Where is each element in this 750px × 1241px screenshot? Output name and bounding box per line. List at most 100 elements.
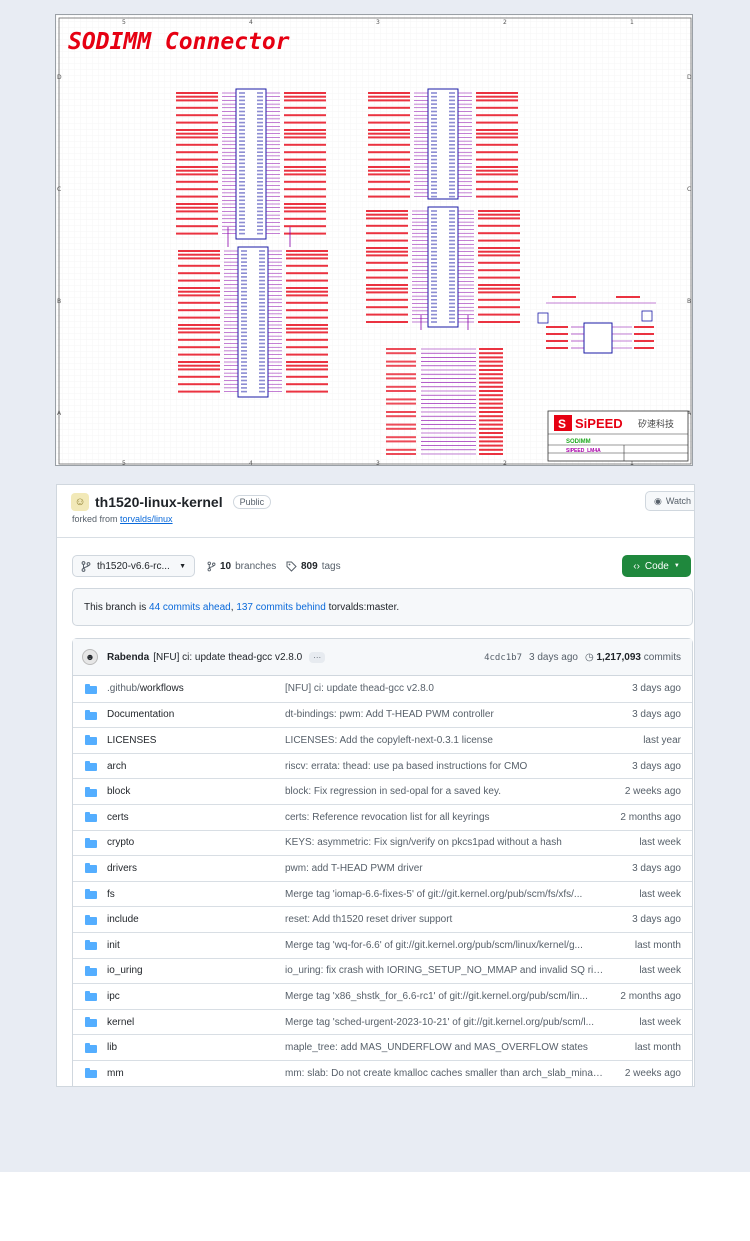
file-name-link[interactable]: io_uring (107, 965, 285, 976)
file-name: include (107, 914, 139, 926)
tags-link[interactable]: 809 tags (286, 555, 341, 577)
file-name-link[interactable]: ipc (107, 991, 285, 1002)
file-row[interactable]: certs certs: Reference revocation list fo… (73, 803, 692, 830)
commit-author[interactable]: Rabenda (107, 652, 149, 663)
file-commit-age: last week (639, 1016, 681, 1028)
folder-icon (85, 709, 97, 720)
file-name-link[interactable]: certs (107, 812, 285, 823)
brand-logo-text: SiPEED (575, 416, 623, 431)
caret-down-icon: ▼ (673, 563, 680, 569)
svg-text:C: C (687, 186, 691, 193)
file-commit-message[interactable]: [NFU] ci: update thead-gcc v2.8.0 (285, 683, 605, 694)
file-commit-message[interactable]: reset: Add th1520 reset driver support (285, 914, 605, 925)
commits-behind-link[interactable]: 137 commits behind (236, 602, 326, 613)
folder-icon (85, 940, 97, 951)
file-name-link[interactable]: init (107, 940, 285, 951)
file-name-link[interactable]: kernel (107, 1017, 285, 1028)
file-commit-age: 3 days ago (632, 709, 681, 721)
git-branch-icon (81, 560, 91, 572)
file-row[interactable]: LICENSES LICENSES: Add the copyleft-next-… (73, 727, 692, 753)
file-name-link[interactable]: crypto (107, 837, 285, 848)
ahead-sep: , (230, 601, 234, 613)
commit-message[interactable]: [NFU] ci: update thead-gcc v2.8.0 (153, 652, 302, 663)
folder-icon (85, 761, 97, 772)
file-row[interactable]: init Merge tag 'wq-for-6.6' of git://git.… (73, 931, 692, 958)
file-name-link[interactable]: fs (107, 889, 285, 900)
file-commit-age: last month (634, 939, 681, 951)
file-commit-message[interactable]: dt-bindings: pwm: Add T-HEAD PWM control… (285, 709, 605, 720)
file-row[interactable]: Documentation dt-bindings: pwm: Add T-HEA… (73, 701, 692, 728)
branch-select-button[interactable]: th1520-v6.6-rc... ▼ (72, 555, 195, 577)
commit-history-link[interactable]: ◷ 1,217,093 commits (585, 652, 681, 663)
file-row[interactable]: include reset: Add th1520 reset driver su… (73, 906, 692, 932)
file-row[interactable]: kernel Merge tag 'sched-urgent-2023-10-21… (73, 1008, 692, 1035)
file-commit-message[interactable]: maple_tree: add MAS_UNDERFLOW and MAS_OV… (285, 1042, 605, 1053)
watch-button[interactable]: ◉ Watch (644, 491, 694, 511)
file-commit-message[interactable]: Merge tag 'x86_shstk_for_6.6-rc1' of git… (285, 991, 605, 1002)
file-commit-message[interactable]: pwm: add T-HEAD PWM driver (285, 863, 605, 874)
file-name-link[interactable]: .github/workflows (107, 683, 285, 694)
branches-link[interactable]: 10 branches (207, 555, 276, 577)
file-name-link[interactable]: LICENSES (107, 735, 285, 746)
folder-icon (85, 991, 97, 1002)
file-row[interactable]: crypto KEYS: asymmetric: Fix sign/verify … (73, 829, 692, 856)
file-commit-message[interactable]: LICENSES: Add the copyleft-next-0.3.1 li… (285, 735, 605, 746)
file-row[interactable]: io_uring io_uring: fix crash with IORING_… (73, 957, 692, 984)
file-commit-age: last month (634, 1042, 681, 1054)
file-row[interactable]: arch riscv: errata: thead: use pa based i… (73, 752, 692, 779)
file-commit-age: 3 days ago (632, 760, 681, 772)
forked-from: forked from torvalds/linux (72, 514, 173, 524)
forked-prefix: forked from (72, 514, 118, 524)
tags-label: tags (321, 560, 341, 572)
folder-icon (85, 863, 97, 874)
caret-down-icon: ▼ (179, 562, 186, 570)
forked-link[interactable]: torvalds/linux (120, 514, 173, 524)
file-commit-message[interactable]: Merge tag 'sched-urgent-2023-10-21' of g… (285, 1017, 605, 1028)
folder-icon (85, 683, 97, 694)
commit-hash[interactable]: 4cdc1b7 (484, 653, 522, 663)
file-name-link[interactable]: block (107, 786, 285, 797)
commit-author-avatar[interactable]: ☻ (82, 649, 98, 665)
file-commit-message[interactable]: io_uring: fix crash with IORING_SETUP_NO… (285, 965, 605, 976)
file-commit-message[interactable]: KEYS: asymmetric: Fix sign/verify on pkc… (285, 837, 605, 848)
brand-cn: 矽速科技 (638, 418, 674, 430)
file-name: block (107, 786, 131, 798)
svg-text:B: B (57, 298, 61, 305)
file-commit-message[interactable]: riscv: errata: thead: use pa based instr… (285, 761, 605, 772)
file-row[interactable]: fs Merge tag 'iomap-6.6-fixes-5' of git:/… (73, 880, 692, 907)
file-row[interactable]: drivers pwm: add T-HEAD PWM driver 3 days … (73, 855, 692, 881)
folder-icon (85, 889, 97, 900)
code-button[interactable]: ‹› Code ▼ (622, 555, 691, 577)
file-commit-age: 3 days ago (632, 683, 681, 695)
file-commit-age: 2 weeks ago (624, 786, 681, 798)
file-name: io_uring (107, 965, 143, 977)
file-name-link[interactable]: arch (107, 761, 285, 772)
commit-expand-button[interactable]: ··· (309, 651, 326, 663)
commit-age: 3 days ago (529, 652, 578, 663)
file-row[interactable]: lib maple_tree: add MAS_UNDERFLOW and MAS… (73, 1034, 692, 1060)
svg-text:C: C (57, 186, 61, 193)
file-row[interactable]: block block: Fix regression in sed-opal f… (73, 778, 692, 804)
file-row[interactable]: mm mm: slab: Do not create kmalloc caches… (73, 1059, 692, 1086)
file-row[interactable]: .github/workflows [NFU] ci: update thead-… (73, 676, 692, 702)
repo-name-link[interactable]: th1520-linux-kernel (95, 494, 223, 510)
file-name: kernel (107, 1016, 135, 1028)
file-name: init (107, 939, 120, 951)
svg-text:S: S (558, 417, 566, 431)
file-name-link[interactable]: lib (107, 1042, 285, 1053)
file-name-link[interactable]: include (107, 914, 285, 925)
repo-owner-avatar[interactable]: ☺ (71, 493, 89, 511)
file-name-link[interactable]: Documentation (107, 709, 285, 720)
file-commit-message[interactable]: certs: Reference revocation list for all… (285, 812, 605, 823)
file-commit-message[interactable]: mm: slab: Do not create kmalloc caches s… (285, 1068, 605, 1079)
branch-compare-banner: This branch is 44 commits ahead , 137 co… (72, 588, 693, 626)
file-name-link[interactable]: drivers (107, 863, 285, 874)
commit-count-label: commits (643, 652, 681, 663)
file-name-link[interactable]: mm (107, 1068, 285, 1079)
file-row[interactable]: ipc Merge tag 'x86_shstk_for_6.6-rc1' of … (73, 983, 692, 1009)
file-commit-message[interactable]: Merge tag 'iomap-6.6-fixes-5' of git://g… (285, 889, 605, 900)
github-repo-panel: ☺ th1520-linux-kernel Public forked from… (56, 484, 695, 1087)
commits-ahead-link[interactable]: 44 commits ahead (149, 602, 231, 613)
file-commit-message[interactable]: Merge tag 'wq-for-6.6' of git://git.kern… (285, 940, 605, 951)
file-commit-message[interactable]: block: Fix regression in sed-opal for a … (285, 786, 605, 797)
